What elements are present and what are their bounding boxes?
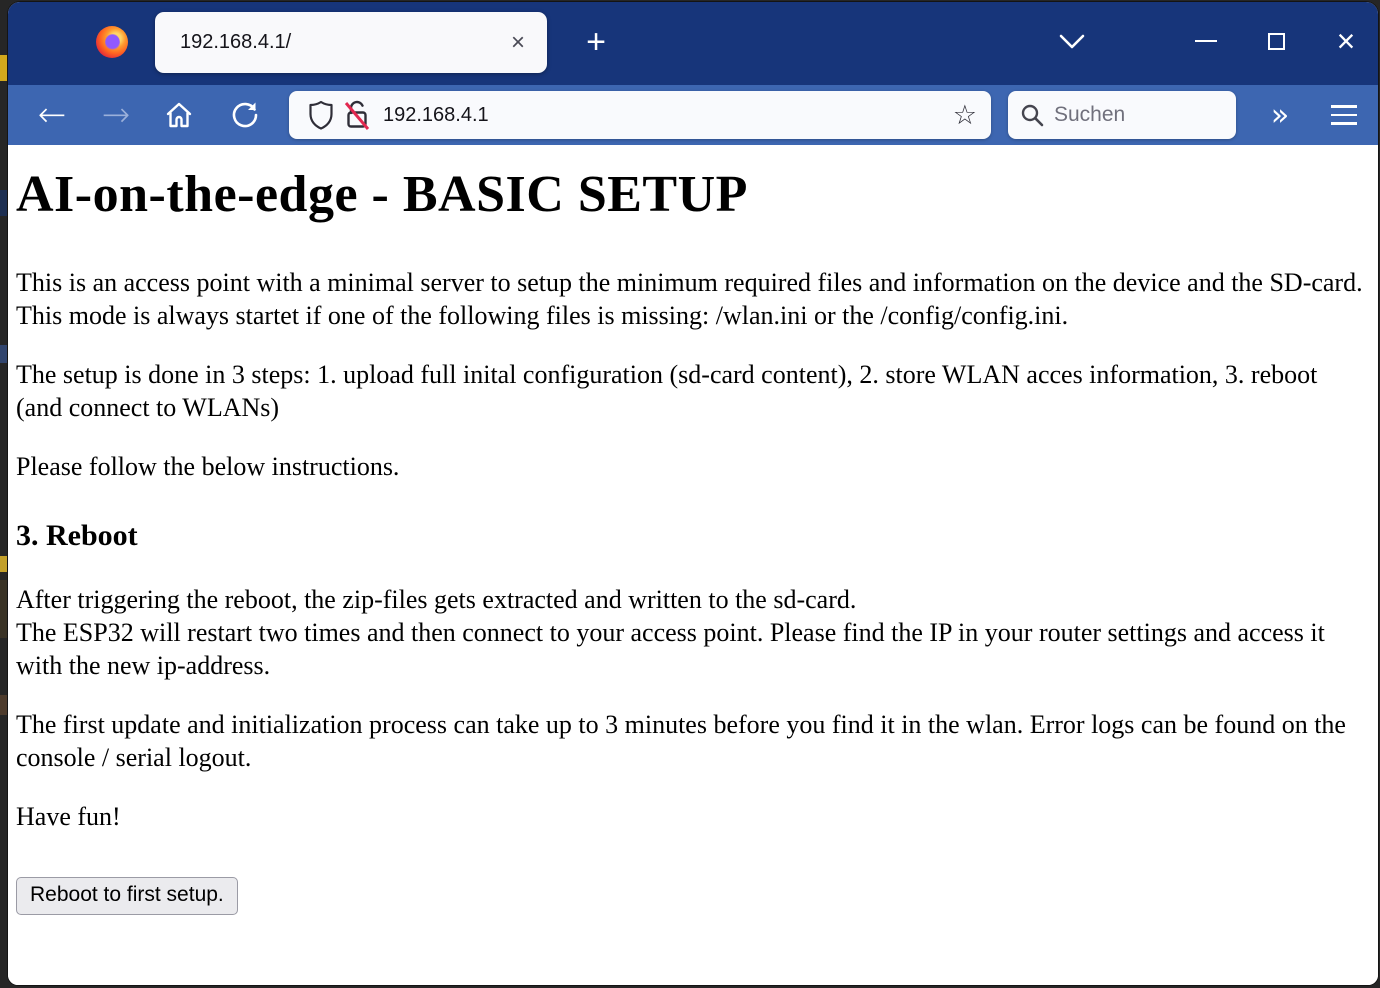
section-heading-reboot: 3. Reboot [16,519,1364,553]
search-input[interactable] [1054,103,1214,127]
desktop-fleck [0,345,7,363]
new-tab-button[interactable]: + [574,20,618,64]
firefox-logo-icon[interactable] [96,26,128,58]
url-bar[interactable]: 192.168.4.1 ☆ [289,91,991,139]
insecure-lock-icon[interactable] [339,97,375,133]
intro-paragraph-1: This is an access point with a minimal s… [16,266,1364,332]
search-box[interactable] [1008,91,1236,139]
desktop-fleck [0,190,7,216]
page-content: AI-on-the-edge - BASIC SETUP This is an … [8,145,1378,985]
reload-button[interactable] [221,91,269,139]
browser-window: 192.168.4.1/ × + × ← → [8,2,1378,985]
hamburger-icon [1331,105,1357,125]
minimize-button[interactable] [1181,16,1231,66]
home-icon [164,100,194,130]
reboot-paragraph: After triggering the reboot, the zip-fil… [16,583,1364,682]
back-button[interactable]: ← [28,91,76,139]
bookmark-star-icon[interactable]: ☆ [953,100,977,131]
intro-paragraph-3: Please follow the below instructions. [16,450,1364,483]
list-tabs-chevron-down-icon[interactable] [1052,22,1092,62]
url-text: 192.168.4.1 [383,104,953,127]
desktop-fleck [0,695,7,715]
tab-close-icon[interactable]: × [505,29,531,57]
overflow-chevrons-button[interactable]: » [1256,91,1304,139]
maximize-icon [1268,33,1285,50]
window-close-button[interactable]: × [1321,16,1371,66]
desktop-fleck [0,55,7,81]
reboot-line-1: After triggering the reboot, the zip-fil… [16,585,856,614]
desktop-fleck [0,580,7,638]
browser-tab[interactable]: 192.168.4.1/ × [155,12,547,73]
hamburger-menu-button[interactable] [1320,91,1368,139]
reboot-line-2: The ESP32 will restart two times and the… [16,618,1325,680]
search-magnifier-icon [1020,103,1044,127]
forward-button[interactable]: → [92,91,140,139]
navigation-toolbar: ← → [8,85,1378,145]
outro-paragraph: Have fun! [16,800,1364,833]
reboot-button[interactable]: Reboot to first setup. [16,877,238,915]
home-button[interactable] [155,91,203,139]
tab-title: 192.168.4.1/ [180,31,505,54]
page-title: AI-on-the-edge - BASIC SETUP [16,165,1364,224]
maximize-button[interactable] [1251,16,1301,66]
tab-bar: 192.168.4.1/ × + × [8,2,1378,85]
minimize-icon [1195,40,1217,42]
intro-paragraph-2: The setup is done in 3 steps: 1. upload … [16,358,1364,424]
desktop-fleck [0,556,7,572]
tracking-shield-icon[interactable] [303,97,339,133]
reload-icon [230,100,260,130]
note-paragraph: The first update and initialization proc… [16,708,1364,774]
